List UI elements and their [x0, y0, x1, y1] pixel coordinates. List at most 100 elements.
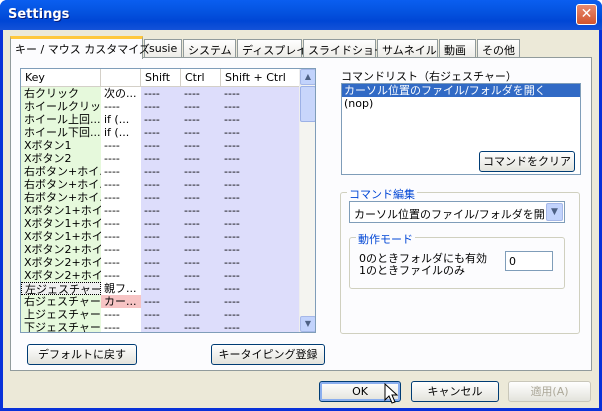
- row-shift-ctrl-action[interactable]: ----: [221, 87, 301, 100]
- row-action[interactable]: if (...: [101, 126, 141, 139]
- row-action[interactable]: ----: [101, 308, 141, 321]
- row-shift-ctrl-action[interactable]: ----: [221, 178, 301, 191]
- row-ctrl-action[interactable]: ----: [181, 321, 221, 332]
- row-action[interactable]: カー...: [101, 295, 141, 308]
- command-list-item[interactable]: (nop): [342, 97, 580, 110]
- row-action[interactable]: ----: [101, 139, 141, 152]
- row-ctrl-action[interactable]: ----: [181, 113, 221, 126]
- scroll-thumb[interactable]: [300, 86, 315, 122]
- row-shift-action[interactable]: ----: [141, 282, 181, 295]
- row-ctrl-action[interactable]: ----: [181, 230, 221, 243]
- row-shift-ctrl-action[interactable]: ----: [221, 126, 301, 139]
- row-ctrl-action[interactable]: ----: [181, 178, 221, 191]
- row-shift-action[interactable]: ----: [141, 152, 181, 165]
- header-ctrl[interactable]: Ctrl: [181, 69, 221, 87]
- row-key[interactable]: Xボタン2+ホイ...: [21, 243, 101, 256]
- command-list-item[interactable]: カーソル位置のファイル/フォルダを開く: [342, 84, 580, 97]
- row-ctrl-action[interactable]: ----: [181, 308, 221, 321]
- header-plain[interactable]: [101, 69, 141, 87]
- row-shift-action[interactable]: ----: [141, 256, 181, 269]
- table-row[interactable]: 右ジェスチャー カー... ---- ---- ----: [21, 295, 301, 308]
- scroll-up-button[interactable]: ▲: [300, 69, 315, 85]
- tab-thumbnail[interactable]: サムネイル: [377, 39, 438, 58]
- table-row[interactable]: 下ジェスチャー ---- ---- ---- ----: [21, 321, 301, 332]
- tab-display[interactable]: ディスプレイ: [237, 39, 307, 58]
- row-shift-action[interactable]: ----: [141, 191, 181, 204]
- clear-command-button[interactable]: コマンドをクリア: [479, 151, 575, 172]
- table-row[interactable]: Xボタン2+ホイ...----------------: [21, 243, 301, 256]
- scroll-down-button[interactable]: ▼: [300, 316, 315, 332]
- row-shift-ctrl-action[interactable]: ----: [221, 230, 301, 243]
- row-key[interactable]: 右ボタン+ホイ...: [21, 178, 101, 191]
- chevron-down-icon[interactable]: ▼: [546, 203, 563, 221]
- tab-other[interactable]: その他: [477, 39, 520, 58]
- row-shift-action[interactable]: ----: [141, 321, 181, 332]
- row-shift-action[interactable]: ----: [141, 113, 181, 126]
- row-action[interactable]: 次の...: [101, 87, 141, 100]
- tab-key-mouse[interactable]: キー / マウス カスタマイズ: [10, 36, 150, 59]
- table-row[interactable]: 右ボタン+ホイ...----------------: [21, 178, 301, 191]
- row-shift-ctrl-action[interactable]: ----: [221, 269, 301, 282]
- row-shift-ctrl-action[interactable]: ----: [221, 243, 301, 256]
- table-row[interactable]: 右ボタン+ホイ...----------------: [21, 191, 301, 204]
- row-shift-ctrl-action[interactable]: ----: [221, 256, 301, 269]
- row-action[interactable]: 親フ...: [101, 282, 141, 295]
- row-ctrl-action[interactable]: ----: [181, 256, 221, 269]
- row-shift-action[interactable]: ----: [141, 165, 181, 178]
- row-shift-action[interactable]: ----: [141, 100, 181, 113]
- table-row[interactable]: 左ジェスチャー 親フ... ---- ---- ----: [21, 282, 301, 295]
- header-shift[interactable]: Shift: [141, 69, 181, 87]
- mode-value-input[interactable]: 0: [505, 251, 553, 271]
- row-key[interactable]: 下ジェスチャー: [21, 321, 101, 332]
- table-row[interactable]: Xボタン2+ホイ...----------------: [21, 269, 301, 282]
- row-key[interactable]: 右ボタン+ホイ...: [21, 165, 101, 178]
- row-shift-action[interactable]: ----: [141, 139, 181, 152]
- row-ctrl-action[interactable]: ----: [181, 126, 221, 139]
- row-shift-action[interactable]: ----: [141, 87, 181, 100]
- row-key[interactable]: Xボタン1: [21, 139, 101, 152]
- reset-default-button[interactable]: デフォルトに戻す: [27, 344, 137, 365]
- row-key[interactable]: Xボタン2: [21, 152, 101, 165]
- row-shift-ctrl-action[interactable]: ----: [221, 191, 301, 204]
- tab-system[interactable]: システム: [183, 39, 236, 58]
- header-shift-ctrl[interactable]: Shift + Ctrl: [221, 69, 301, 87]
- table-row[interactable]: 右クリック 次の... ---- ---- ----: [21, 87, 301, 100]
- row-key[interactable]: 右ボタン+ホイ...: [21, 191, 101, 204]
- row-action[interactable]: ----: [101, 321, 141, 332]
- row-ctrl-action[interactable]: ----: [181, 100, 221, 113]
- table-row[interactable]: Xボタン1 ---- ---- ---- ----: [21, 139, 301, 152]
- row-shift-ctrl-action[interactable]: ----: [221, 282, 301, 295]
- row-key[interactable]: Xボタン1+ホイ...: [21, 204, 101, 217]
- table-row[interactable]: ホイール下回... if (... ---- ---- ----: [21, 126, 301, 139]
- row-shift-action[interactable]: ----: [141, 126, 181, 139]
- header-key[interactable]: Key: [21, 69, 101, 87]
- row-action[interactable]: ----: [101, 217, 141, 230]
- key-binding-grid[interactable]: Key Shift Ctrl Shift + Ctrl 右クリック 次の... --…: [20, 68, 316, 333]
- row-shift-ctrl-action[interactable]: ----: [221, 100, 301, 113]
- row-ctrl-action[interactable]: ----: [181, 165, 221, 178]
- title-bar[interactable]: Settings ✕: [0, 0, 602, 30]
- row-key[interactable]: 上ジェスチャー: [21, 308, 101, 321]
- key-typing-register-button[interactable]: キータイピング登録: [211, 344, 325, 365]
- row-key[interactable]: Xボタン1+ホイ...: [21, 217, 101, 230]
- row-ctrl-action[interactable]: ----: [181, 282, 221, 295]
- row-action[interactable]: ----: [101, 100, 141, 113]
- row-action[interactable]: ----: [101, 191, 141, 204]
- row-key[interactable]: 右ジェスチャー: [21, 295, 101, 308]
- row-ctrl-action[interactable]: ----: [181, 204, 221, 217]
- table-row[interactable]: Xボタン2 ---- ---- ---- ----: [21, 152, 301, 165]
- row-shift-action[interactable]: ----: [141, 269, 181, 282]
- row-action[interactable]: ----: [101, 230, 141, 243]
- row-action[interactable]: ----: [101, 165, 141, 178]
- row-action[interactable]: ----: [101, 178, 141, 191]
- row-key[interactable]: Xボタン2+ホイ...: [21, 269, 101, 282]
- row-shift-action[interactable]: ----: [141, 308, 181, 321]
- command-select[interactable]: カーソル位置のファイル/フォルダを開く ▼: [349, 201, 565, 223]
- row-shift-action[interactable]: ----: [141, 230, 181, 243]
- row-shift-action[interactable]: ----: [141, 243, 181, 256]
- cancel-button[interactable]: キャンセル: [411, 381, 499, 402]
- row-key[interactable]: ホイール下回...: [21, 126, 101, 139]
- row-shift-ctrl-action[interactable]: ----: [221, 165, 301, 178]
- row-shift-action[interactable]: ----: [141, 295, 181, 308]
- row-key[interactable]: 左ジェスチャー: [21, 282, 101, 295]
